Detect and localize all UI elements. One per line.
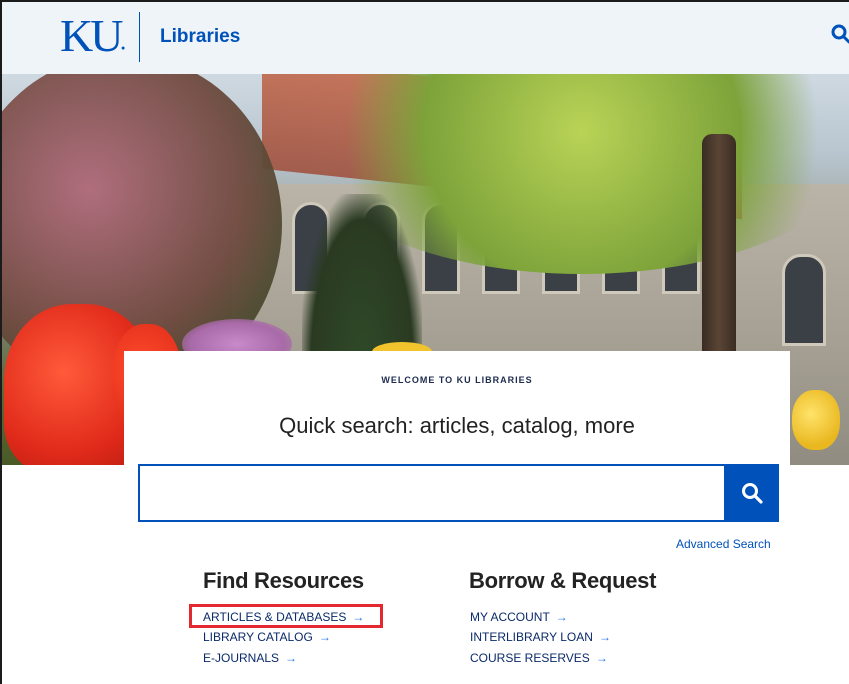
my-account-link[interactable]: MY ACCOUNT → xyxy=(470,610,568,624)
link-label: COURSE RESERVES xyxy=(470,651,590,665)
arrow-right-icon: → xyxy=(555,610,568,624)
arrow-right-icon: → xyxy=(595,651,608,665)
search-icon[interactable] xyxy=(830,23,849,45)
library-catalog-link[interactable]: LIBRARY CATALOG → xyxy=(203,630,331,644)
borrow-request-title: Borrow & Request xyxy=(469,568,657,593)
search-icon xyxy=(741,483,763,504)
interlibrary-loan-link[interactable]: INTERLIBRARY LOAN → xyxy=(470,630,611,644)
e-journals-link[interactable]: E-JOURNALS → xyxy=(203,651,297,665)
find-resources-title: Find Resources xyxy=(203,568,364,593)
arrow-right-icon: → xyxy=(318,630,331,644)
header-divider xyxy=(139,12,140,62)
advanced-search-link[interactable]: Advanced Search xyxy=(676,537,771,551)
ku-logo[interactable]: KU xyxy=(60,8,123,64)
welcome-eyebrow: WELCOME TO KU LIBRARIES xyxy=(381,375,533,385)
arrow-right-icon: → xyxy=(285,651,298,665)
annotation-highlight-box xyxy=(189,604,383,628)
site-name-link[interactable]: Libraries xyxy=(160,24,240,50)
course-reserves-link[interactable]: COURSE RESERVES → xyxy=(470,651,608,665)
link-label: LIBRARY CATALOG xyxy=(203,630,313,644)
link-label: INTERLIBRARY LOAN xyxy=(470,630,593,644)
yellow-tulip xyxy=(792,390,840,450)
link-label: MY ACCOUNT xyxy=(470,610,550,624)
logo-trademark-mark: ● xyxy=(121,45,126,52)
arrow-right-icon: → xyxy=(598,630,611,644)
quick-search-heading: Quick search: articles, catalog, more xyxy=(279,413,635,438)
site-header: KU ● Libraries xyxy=(2,2,849,74)
search-submit-button[interactable] xyxy=(724,464,779,522)
link-label: E-JOURNALS xyxy=(203,651,280,665)
building-window xyxy=(782,254,826,346)
quick-search-input[interactable] xyxy=(138,464,726,522)
